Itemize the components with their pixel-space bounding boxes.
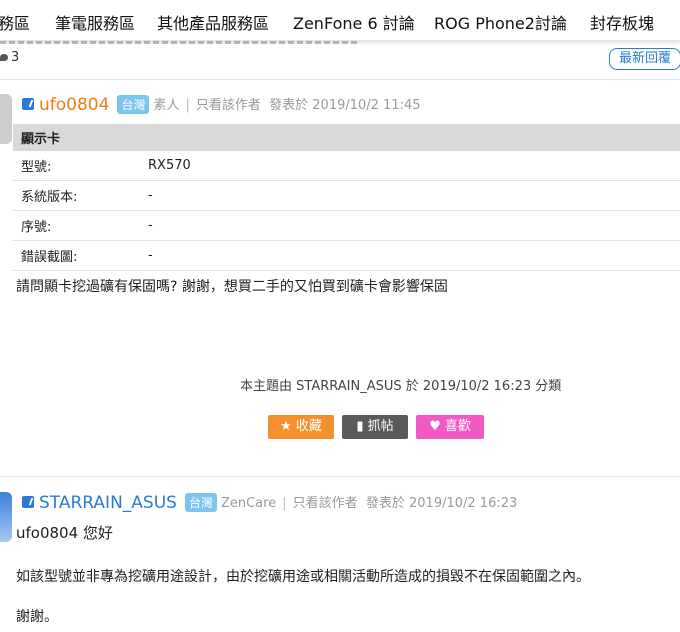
table-row: 型號: RX570 <box>13 151 680 181</box>
avatar[interactable] <box>0 94 12 144</box>
username[interactable]: STARRAIN_ASUS <box>39 493 177 513</box>
avatar[interactable] <box>0 492 12 542</box>
divider <box>0 79 680 80</box>
reply-paragraph: 如該型號並非專為挖礦用途設計，由於挖礦用途或相關活動所造成的損毀不在保固範圍之內… <box>16 569 590 585</box>
nav-item-zenfone6[interactable]: ZenFone 6 討論 <box>293 10 415 34</box>
top-nav: 務區 筆電服務區 其他產品服務區 ZenFone 6 討論 ROG Phone2… <box>0 0 680 41</box>
spec-value: - <box>148 240 680 271</box>
region-badge: 台灣 <box>184 493 217 512</box>
table-row: 錯誤截圖: - <box>13 240 680 271</box>
user-rank: ZenCare <box>220 496 277 511</box>
grab-post-button[interactable]: ▮ 抓帖 <box>342 415 408 439</box>
comment-icon <box>0 54 8 61</box>
table-row: 序號: - <box>13 210 680 241</box>
table-row: 系統版本: - <box>13 180 680 211</box>
spec-table: 顯示卡 型號: RX570 系統版本: - 序號: - 錯誤截圖: - <box>13 124 680 271</box>
only-author-link[interactable]: 只看該作者 <box>293 496 358 511</box>
nav-item-archive[interactable]: 封存板塊 <box>590 10 654 34</box>
nav-item-other-products[interactable]: 其他產品服務區 <box>157 10 269 34</box>
reply-closing: 謝謝。 <box>16 609 58 625</box>
moved-note: 本主題由 STARRAIN_ASUS 於 2019/10/2 16:23 分類 <box>240 379 562 394</box>
user-rank: 素人 <box>153 98 180 113</box>
post-author-line: ufo0804 台灣 素人 | 只看該作者 發表於 2019/10/2 11:45 <box>22 94 421 115</box>
reply-count: 3 <box>0 50 19 65</box>
divider <box>0 476 680 477</box>
star-icon: ★ <box>280 419 292 434</box>
username[interactable]: ufo0804 <box>39 95 109 115</box>
spec-label: 序號: <box>13 210 148 241</box>
nav-item-rog-phone2[interactable]: ROG Phone2討論 <box>434 10 567 34</box>
reply-greeting: ufo0804 您好 <box>16 524 113 542</box>
post-content: 請問顯卡挖過礦有保固嗎? 謝謝，想買二手的又怕買到礦卡會影響保固 <box>16 279 448 295</box>
user-icon <box>22 496 34 508</box>
latest-reply-button[interactable]: 最新回覆 <box>609 48 680 70</box>
spec-label: 錯誤截圖: <box>13 240 148 271</box>
spec-label: 系統版本: <box>13 180 148 211</box>
user-icon <box>22 98 34 110</box>
nav-item-service[interactable]: 務區 <box>0 10 30 34</box>
like-button[interactable]: ♥ 喜歡 <box>416 415 484 439</box>
favorite-button[interactable]: ★ 收藏 <box>268 415 334 439</box>
post-date: 發表於 2019/10/2 11:45 <box>269 98 421 113</box>
region-badge: 台灣 <box>117 95 150 114</box>
only-author-link[interactable]: 只看該作者 <box>196 98 261 113</box>
spec-value: - <box>148 210 680 241</box>
post-date: 發表於 2019/10/2 16:23 <box>365 496 518 511</box>
nav-item-laptop-service[interactable]: 筆電服務區 <box>55 10 135 34</box>
document-icon: ▮ <box>356 419 364 434</box>
spec-value: RX570 <box>148 151 680 181</box>
spec-table-header: 顯示卡 <box>13 124 680 151</box>
heart-icon: ♥ <box>429 419 441 434</box>
spec-value: - <box>148 180 680 211</box>
spec-label: 型號: <box>13 151 148 181</box>
post-author-line: STARRAIN_ASUS 台灣 ZenCare | 只看該作者 發表於 2019/10… <box>22 492 517 513</box>
